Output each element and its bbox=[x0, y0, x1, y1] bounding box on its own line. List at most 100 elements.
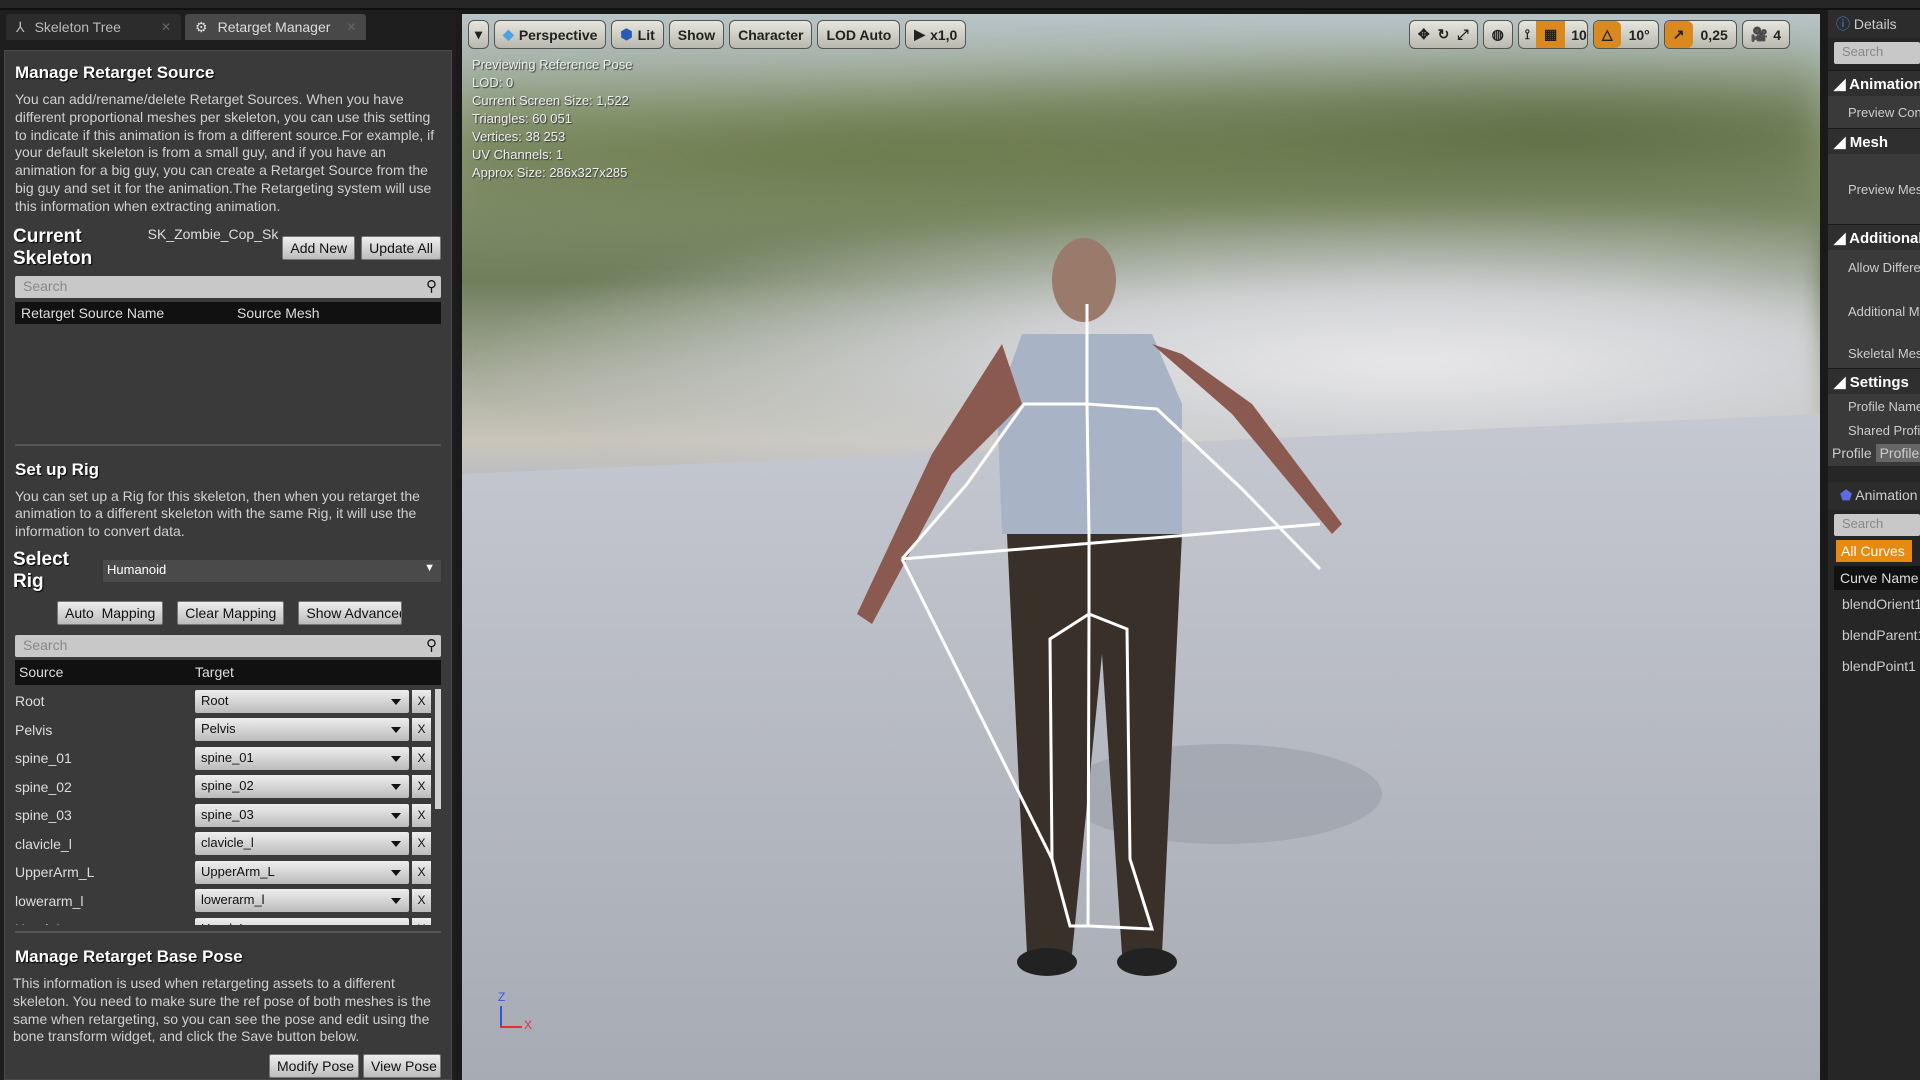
update-all-button[interactable]: Update All bbox=[361, 235, 441, 260]
curves-search[interactable]: Search bbox=[1834, 514, 1920, 536]
move-icon[interactable]: ✥ bbox=[1418, 26, 1430, 43]
rig-dropdown[interactable]: Humanoid ▼ bbox=[103, 559, 441, 582]
target-bone-dropdown[interactable]: lowerarm_l bbox=[195, 889, 409, 913]
bone-mapping-row: spine_02 spine_02 X bbox=[15, 772, 441, 801]
show-button[interactable]: Show bbox=[668, 20, 725, 49]
clear-mapping-x-button[interactable]: X bbox=[412, 860, 431, 884]
world-local-button[interactable]: ◍ bbox=[1482, 20, 1513, 49]
camera-speed-icon: 🎥 bbox=[1750, 26, 1769, 42]
curve-item[interactable]: blendParent1 bbox=[1828, 621, 1920, 652]
clear-mapping-x-button[interactable]: X bbox=[412, 746, 431, 770]
clear-mapping-x-button[interactable]: X bbox=[412, 889, 431, 913]
column-header[interactable]: Source bbox=[15, 664, 195, 680]
curve-item[interactable]: blendPoint1 bbox=[1828, 652, 1920, 683]
bone-mapping-row: clavicle_l clavicle_l X bbox=[15, 829, 441, 858]
lod-button[interactable]: LOD Auto bbox=[817, 20, 901, 49]
target-bone-dropdown[interactable]: Pelvis bbox=[195, 718, 409, 742]
column-header[interactable]: Curve Name bbox=[1834, 566, 1920, 590]
curve-item[interactable]: blendOrient1 bbox=[1828, 590, 1920, 621]
details-search[interactable]: Search bbox=[1834, 42, 1920, 64]
details-property: Preview Controller bbox=[1828, 96, 1920, 128]
add-new-button[interactable]: Add New bbox=[282, 235, 356, 260]
scale-icon[interactable]: ⤢ bbox=[1457, 26, 1468, 43]
perspective-button[interactable]: ◆ Perspective bbox=[494, 20, 607, 49]
viewport-toolbar-left: ▾ ◆ Perspective ⬢ Lit Show Character LOD A… bbox=[468, 20, 967, 49]
bone-mapping-list: Root Root X Pelvis Pelvis Xspine_01 spine_01 Xs… bbox=[15, 687, 441, 925]
scrollbar[interactable] bbox=[435, 688, 441, 809]
title-bar bbox=[0, 0, 1920, 10]
target-bone-dropdown[interactable]: UpperArm_L bbox=[195, 860, 409, 884]
bone-search[interactable]: Search ⚲ bbox=[15, 634, 441, 657]
viewport[interactable]: ▾ ◆ Perspective ⬢ Lit Show Character LOD A… bbox=[462, 14, 1820, 1080]
details-property: Shared Profile bbox=[1828, 418, 1920, 442]
target-bone-dropdown[interactable]: Hand_L bbox=[195, 917, 409, 925]
source-bone: Hand_L bbox=[15, 921, 195, 925]
column-header[interactable]: Source Mesh bbox=[237, 305, 319, 321]
divider bbox=[15, 443, 441, 446]
search-icon: ⚲ bbox=[426, 636, 437, 654]
camera-speed[interactable]: 🎥 4 bbox=[1741, 20, 1790, 49]
profile-dropdown[interactable]: Profile bbox=[1875, 444, 1920, 462]
viewport-options-button[interactable]: ▾ bbox=[468, 20, 490, 49]
chevron-down-icon: ▼ bbox=[424, 561, 435, 574]
tab-retarget-manager[interactable]: ⚙ Retarget Manager ✕ bbox=[185, 14, 367, 40]
target-bone-dropdown[interactable]: Root bbox=[195, 689, 409, 713]
scale-snap-icon[interactable]: ↗ bbox=[1664, 21, 1693, 48]
show-advanced-button[interactable]: Show Advanced bbox=[298, 600, 403, 625]
clear-mapping-x-button[interactable]: X bbox=[412, 832, 431, 856]
rotate-icon[interactable]: ↻ bbox=[1438, 26, 1450, 43]
lit-button[interactable]: ⬢ Lit bbox=[611, 20, 664, 49]
close-icon[interactable]: ✕ bbox=[161, 20, 171, 34]
view-pose-button[interactable]: View Pose bbox=[363, 1054, 441, 1079]
bone-mapping-row: UpperArm_L UpperArm_L X bbox=[15, 858, 441, 887]
auto-mapping-button[interactable]: Auto Mapping bbox=[57, 600, 164, 625]
details-category[interactable]: ◢ Mesh bbox=[1828, 128, 1920, 154]
source-bone: Root bbox=[15, 693, 45, 710]
tab-animation-curves[interactable]: ⬟ Animation Curves bbox=[1828, 482, 1920, 510]
tab-skeleton-tree[interactable]: ⅄ Skeleton Tree ✕ bbox=[6, 14, 182, 40]
rotation-snap[interactable]: △ 10° bbox=[1592, 20, 1659, 49]
clear-mapping-x-button[interactable]: X bbox=[412, 689, 431, 713]
column-header[interactable]: Target bbox=[195, 664, 234, 680]
play-icon: ▶ bbox=[914, 26, 926, 42]
grid-icon[interactable]: ▦ bbox=[1536, 21, 1566, 48]
target-bone-dropdown[interactable]: spine_03 bbox=[195, 803, 409, 827]
clear-mapping-x-button[interactable]: X bbox=[412, 803, 431, 827]
current-skeleton-label: Current Skeleton bbox=[13, 225, 93, 269]
clear-mapping-x-button[interactable]: X bbox=[412, 917, 431, 925]
retarget-source-search[interactable]: Search ⚲ bbox=[15, 275, 441, 298]
character-button[interactable]: Character bbox=[729, 20, 813, 49]
details-category[interactable]: ◢ Additional Meshes bbox=[1828, 224, 1920, 250]
info-icon: ⓘ bbox=[1836, 16, 1850, 32]
transform-modes[interactable]: ✥ ↻ ⤢ bbox=[1408, 20, 1478, 49]
clear-mapping-x-button[interactable]: X bbox=[412, 718, 431, 742]
details-category[interactable]: ◢ Animation bbox=[1828, 70, 1920, 96]
target-bone-dropdown[interactable]: clavicle_l bbox=[195, 832, 409, 856]
details-category[interactable]: ◢ Settings bbox=[1828, 368, 1920, 394]
section-description: This information is used when retargetin… bbox=[13, 974, 431, 1045]
clear-mapping-button[interactable]: Clear Mapping bbox=[177, 600, 285, 625]
source-bone: spine_02 bbox=[15, 778, 72, 795]
close-icon[interactable]: ✕ bbox=[346, 20, 356, 34]
bone-mapping-row: Hand_LHand_LX bbox=[15, 915, 441, 925]
grid-snap[interactable]: ⟟ ▦ 10 bbox=[1517, 20, 1588, 49]
all-curves-button[interactable]: All Curves bbox=[1836, 540, 1912, 562]
playback-speed-button[interactable]: ▶ x1,0 bbox=[905, 20, 967, 49]
angle-icon[interactable]: △ bbox=[1593, 21, 1621, 48]
target-bone-dropdown[interactable]: spine_01 bbox=[195, 746, 409, 770]
character-preview bbox=[857, 238, 1382, 976]
section-description: You can add/rename/delete Retarget Sourc… bbox=[15, 91, 435, 214]
select-rig-label: Select Rig bbox=[13, 548, 69, 592]
viewport-toolbar-right: ✥ ↻ ⤢ ◍ ⟟ ▦ 10 △ 10° ↗ 0,25 🎥 4 bbox=[1408, 20, 1790, 49]
target-bone-dropdown[interactable]: spine_02 bbox=[195, 775, 409, 799]
globe-icon: ◍ bbox=[1491, 26, 1504, 42]
viewport-stats: Previewing Reference Pose LOD: 0 Current S… bbox=[472, 57, 633, 180]
modify-pose-button[interactable]: Modify Pose bbox=[269, 1054, 359, 1079]
current-skeleton-name: SK_Zombie_Cop_Sk bbox=[147, 225, 279, 242]
clear-mapping-x-button[interactable]: X bbox=[412, 775, 431, 799]
section-description: You can set up a Rig for this skeleton, … bbox=[15, 487, 420, 540]
scale-snap[interactable]: ↗ 0,25 bbox=[1663, 20, 1737, 49]
column-header[interactable]: Retarget Source Name bbox=[15, 305, 237, 321]
tab-details[interactable]: ⓘ Details bbox=[1828, 10, 1920, 38]
axis-gizmo: Z X bbox=[498, 990, 533, 1032]
